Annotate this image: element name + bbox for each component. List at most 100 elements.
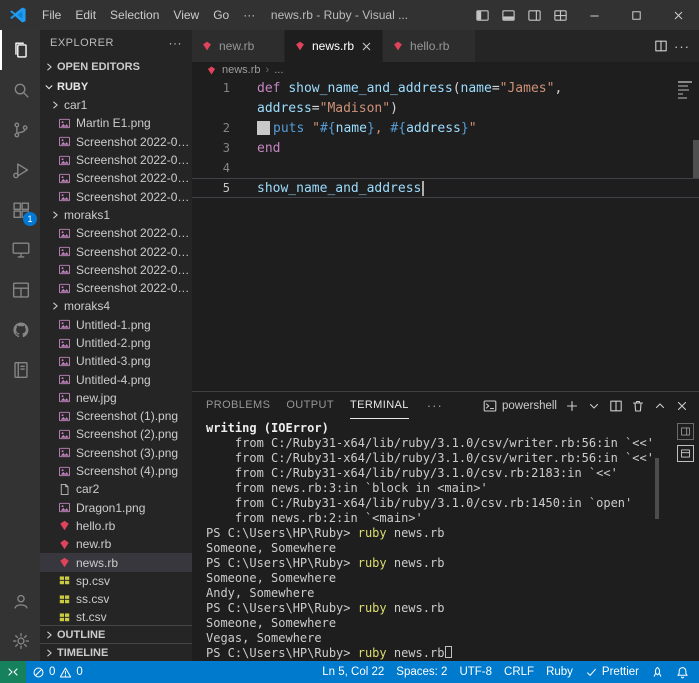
close-panel-icon[interactable]: [675, 399, 689, 413]
tree-item[interactable]: Screenshot (4).png: [40, 462, 192, 480]
tree-item[interactable]: moraks1: [40, 206, 192, 224]
terminal-profile[interactable]: powershell: [483, 399, 557, 413]
window-layout-activity-button[interactable]: [0, 270, 40, 310]
indentation-status[interactable]: Spaces: 2: [390, 661, 453, 683]
code-editor[interactable]: 1def show_name_and_address(name="James",…: [192, 78, 699, 391]
minimize-button[interactable]: [573, 0, 615, 30]
formatter-status[interactable]: Prettier: [579, 661, 645, 683]
split-terminal-icon[interactable]: [609, 399, 623, 413]
tree-item[interactable]: sp.csv: [40, 572, 192, 590]
menu-overflow[interactable]: ···: [236, 0, 262, 30]
notifications-bell[interactable]: [670, 661, 695, 683]
tree-item[interactable]: Dragon1.png: [40, 499, 192, 517]
tab-hello.rb[interactable]: hello.rb: [383, 30, 476, 62]
minimap[interactable]: [678, 81, 694, 99]
editor-more-actions[interactable]: ···: [674, 39, 690, 54]
github-activity-button[interactable]: [0, 310, 40, 350]
tree-item[interactable]: news.rb: [40, 553, 192, 571]
tree-item[interactable]: Screenshot 2022-02-...: [40, 279, 192, 297]
tree-item[interactable]: Screenshot (2).png: [40, 425, 192, 443]
terminal-token: PS C:\Users\HP\Ruby>: [206, 601, 358, 615]
timeline-section[interactable]: TIMELINE: [40, 643, 192, 661]
maximize-panel-icon[interactable]: [653, 399, 667, 413]
panel-more-actions[interactable]: ···: [427, 398, 443, 413]
tree-item[interactable]: Untitled-2.png: [40, 334, 192, 352]
panel-tab-terminal[interactable]: TERMINAL: [350, 392, 409, 419]
remote-indicator[interactable]: [0, 661, 26, 683]
sidebar-more-actions[interactable]: ···: [169, 36, 183, 50]
tree-item[interactable]: hello.rb: [40, 517, 192, 535]
new-terminal-button[interactable]: [565, 399, 579, 413]
terminal-side-icon-1[interactable]: [677, 423, 694, 440]
tab-news.rb[interactable]: news.rb: [285, 30, 383, 62]
tree-item[interactable]: Martin E1.png: [40, 114, 192, 132]
terminal[interactable]: writing (IOError) from C:/Ruby31-x64/lib…: [192, 419, 699, 661]
tree-item[interactable]: new.rb: [40, 535, 192, 553]
tree-item[interactable]: car1: [40, 96, 192, 114]
toggle-panel-icon[interactable]: [495, 0, 521, 30]
menu-go[interactable]: Go: [206, 0, 236, 30]
tree-item[interactable]: moraks4: [40, 297, 192, 315]
terminal-token: ruby: [358, 556, 387, 570]
outline-section[interactable]: OUTLINE: [40, 625, 192, 643]
settings-gear-activity-button[interactable]: [0, 621, 40, 661]
maximize-button[interactable]: [615, 0, 657, 30]
split-editor-icon[interactable]: [654, 39, 668, 53]
source-control-activity-button[interactable]: [0, 110, 40, 150]
eol-status[interactable]: CRLF: [498, 661, 540, 683]
customize-layout-icon[interactable]: [547, 0, 573, 30]
tree-item[interactable]: Screenshot 2022-02-...: [40, 261, 192, 279]
run-debug-activity-button[interactable]: [0, 150, 40, 190]
notebook-activity-button[interactable]: [0, 350, 40, 390]
close-icon[interactable]: [360, 40, 373, 53]
tree-item[interactable]: Screenshot (3).png: [40, 444, 192, 462]
breadcrumb-file[interactable]: news.rb: [222, 64, 261, 76]
tree-item[interactable]: Screenshot 2022-01-...: [40, 242, 192, 260]
menu-selection[interactable]: Selection: [103, 0, 166, 30]
tree-item[interactable]: Screenshot 2022-01-...: [40, 133, 192, 151]
encoding-status[interactable]: UTF-8: [453, 661, 498, 683]
tree-item[interactable]: Screenshot 2022-01-...: [40, 224, 192, 242]
tree-item[interactable]: ss.csv: [40, 590, 192, 608]
tree-item[interactable]: Screenshot 2022-02-...: [40, 169, 192, 187]
folder-root-label: RUBY: [57, 81, 88, 93]
panel-tab-problems[interactable]: PROBLEMS: [206, 392, 270, 419]
folder-root-section[interactable]: RUBY: [40, 78, 192, 96]
account-activity-button[interactable]: [0, 581, 40, 621]
rocket-status[interactable]: [645, 661, 670, 683]
breadcrumb-more[interactable]: ...: [274, 64, 283, 76]
panel-tab-output[interactable]: OUTPUT: [286, 392, 334, 419]
tree-item[interactable]: new.jpg: [40, 389, 192, 407]
problems-status[interactable]: 0 0: [26, 661, 89, 683]
language-mode[interactable]: Ruby: [540, 661, 579, 683]
open-editors-section[interactable]: OPEN EDITORS: [40, 56, 192, 78]
terminal-scrollbar[interactable]: [655, 458, 659, 519]
kill-terminal-icon[interactable]: [631, 399, 645, 413]
tree-item[interactable]: car2: [40, 480, 192, 498]
close-window-button[interactable]: [657, 0, 699, 30]
tree-item-label: st.csv: [76, 610, 107, 624]
code-text: def show_name_and_address(name="James",: [257, 81, 562, 96]
terminal-dropdown-icon[interactable]: [587, 399, 601, 413]
remote-explorer-activity-button[interactable]: [0, 230, 40, 270]
toggle-sidebar-icon[interactable]: [469, 0, 495, 30]
editor-scrollbar[interactable]: [693, 140, 699, 178]
search-activity-button[interactable]: [0, 70, 40, 110]
tree-item[interactable]: Untitled-1.png: [40, 316, 192, 334]
tree-item[interactable]: Untitled-4.png: [40, 370, 192, 388]
cursor-position[interactable]: Ln 5, Col 22: [316, 661, 390, 683]
tree-item[interactable]: st.csv: [40, 608, 192, 625]
tree-item[interactable]: Screenshot 2022-02-...: [40, 151, 192, 169]
menu-edit[interactable]: Edit: [68, 0, 103, 30]
terminal-side-icon-2[interactable]: [677, 445, 694, 462]
tree-item[interactable]: Screenshot (1).png: [40, 407, 192, 425]
tree-item[interactable]: Screenshot 2022-02-...: [40, 187, 192, 205]
extensions-activity-button[interactable]: 1: [0, 190, 40, 230]
menu-file[interactable]: File: [35, 0, 68, 30]
tab-new.rb[interactable]: new.rb: [192, 30, 285, 62]
files-activity-button[interactable]: [0, 30, 40, 70]
tree-item[interactable]: Untitled-3.png: [40, 352, 192, 370]
menu-view[interactable]: View: [166, 0, 206, 30]
image-file-icon: [58, 410, 71, 423]
toggle-secondary-sidebar-icon[interactable]: [521, 0, 547, 30]
